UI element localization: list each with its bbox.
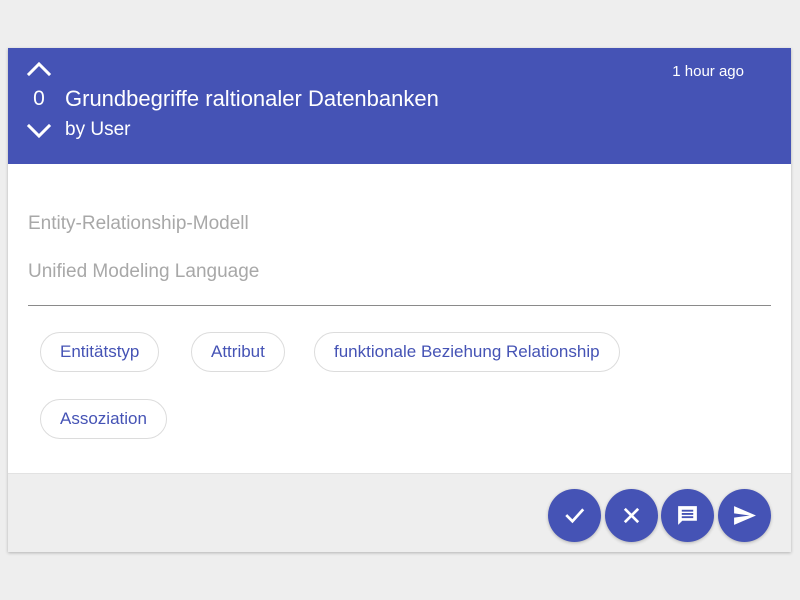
post-card: 0 Grundbegriffe raltionaler Datenbanken … [8,48,791,552]
chevron-up-icon [26,61,52,77]
card-actions [8,473,791,552]
card-header: 0 Grundbegriffe raltionaler Datenbanken … [8,48,791,164]
tag-chip[interactable]: Assoziation [40,399,167,439]
tag-chip[interactable]: Attribut [191,332,285,372]
send-button[interactable] [718,489,771,542]
check-icon [565,508,585,524]
upvote-button[interactable] [26,58,52,80]
reject-button[interactable] [605,489,658,542]
card-body: Entity-Relationship-Modell Unified Model… [8,164,791,473]
term-entry: Unified Modeling Language [28,261,260,282]
comment-button[interactable] [661,489,714,542]
post-author: by User [65,119,131,140]
tag-chip[interactable]: funktionale Beziehung Relationship [314,332,620,372]
post-timestamp: 1 hour ago [672,63,744,80]
chevron-down-icon [26,123,52,139]
vote-count: 0 [33,87,45,110]
comment-icon [678,506,697,525]
divider [28,305,771,306]
close-icon [623,507,640,524]
term-entry: Entity-Relationship-Modell [28,213,249,234]
post-title: Grundbegriffe raltionaler Datenbanken [65,86,439,111]
send-icon [734,506,756,525]
accept-button[interactable] [548,489,601,542]
tag-chip[interactable]: Entitätstyp [40,332,160,372]
downvote-button[interactable] [26,120,52,142]
